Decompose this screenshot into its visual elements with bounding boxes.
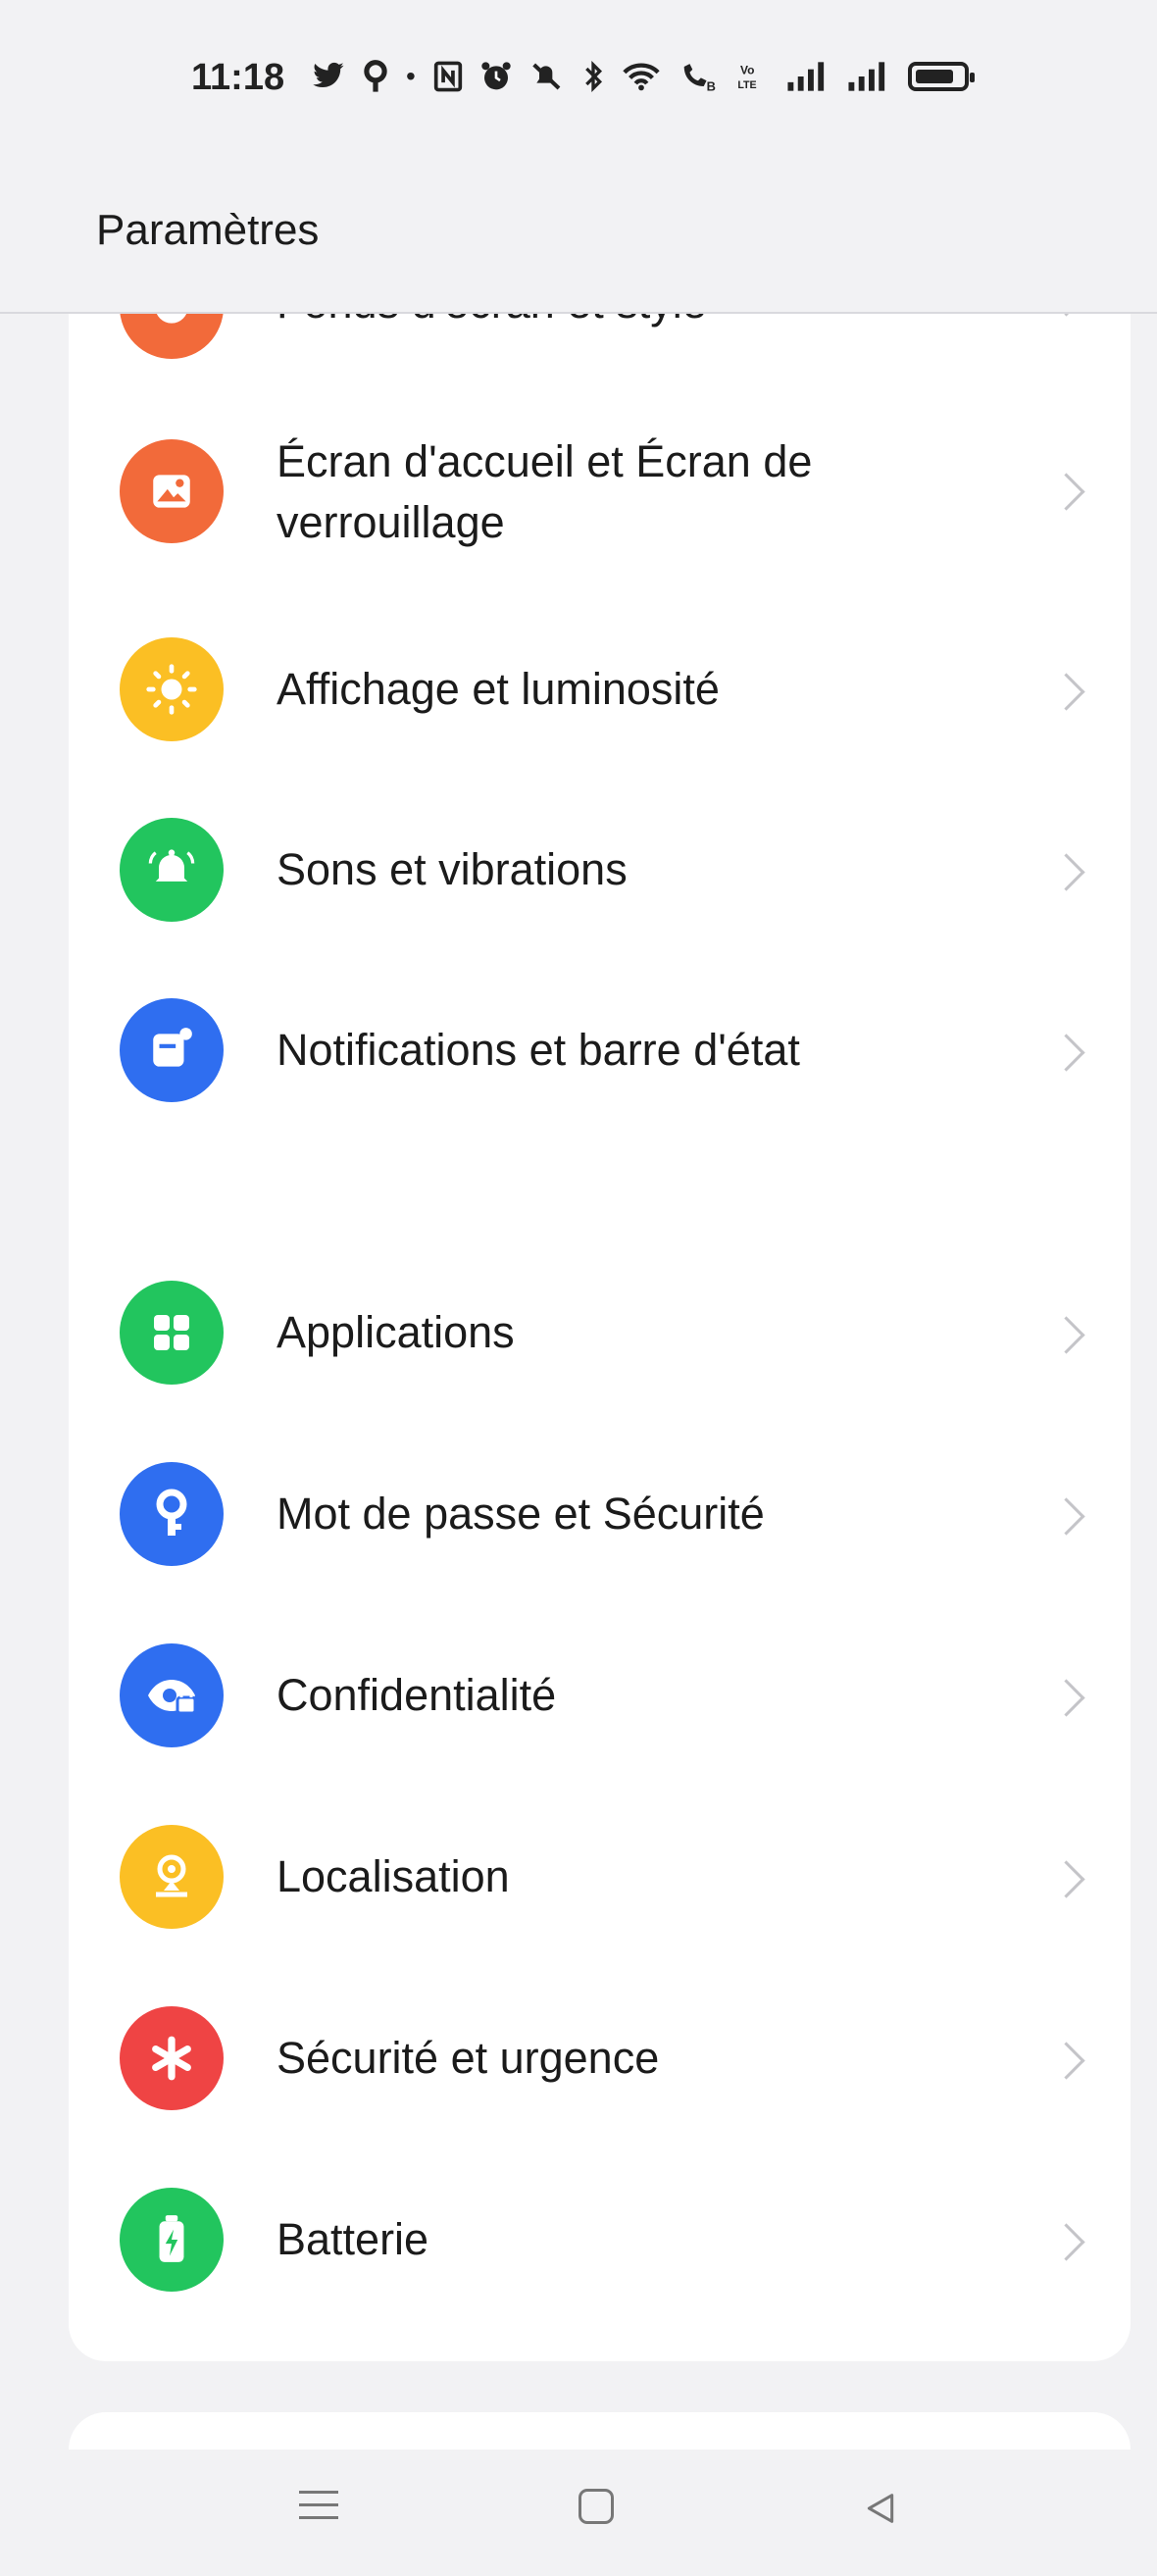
settings-item-applications[interactable]: Applications: [69, 1251, 1131, 1418]
settings-item-label: Localisation: [277, 1851, 510, 1901]
signal-icon: [787, 62, 824, 91]
alarm-icon: [481, 62, 511, 90]
settings-item-label: Écran d'accueil et Écran de verrouillage: [277, 431, 812, 553]
svg-text:Vo: Vo: [740, 63, 754, 76]
status-time: 11:18: [191, 57, 285, 98]
settings-item-battery[interactable]: Batterie: [69, 2158, 1131, 2325]
settings-item-label: Batterie: [277, 2214, 429, 2264]
settings-item-label: Affichage et luminosité: [277, 664, 720, 714]
settings-item-safety-emergency[interactable]: Sécurité et urgence: [69, 1977, 1131, 2144]
chevron-right-icon: [1047, 853, 1085, 891]
status-icons: • B Vo LTE: [312, 55, 975, 98]
settings-item-wallpaper-style[interactable]: Fonds d'écran et style: [69, 314, 1131, 359]
menu-icon[interactable]: [299, 2491, 338, 2529]
signal-icon: [848, 62, 884, 91]
settings-list[interactable]: Fonds d'écran et style Écran d'accueil e…: [0, 314, 1157, 2450]
chevron-right-icon: [1047, 1316, 1085, 1354]
notification-icon: [120, 998, 224, 1102]
dot-icon: •: [406, 61, 416, 91]
page-title: Paramètres: [96, 206, 320, 254]
chevron-right-icon: [1047, 1034, 1085, 1072]
settings-screen: 11:18 • B VoLTE Paramètres Fonds: [0, 0, 1157, 2576]
settings-item-password-security[interactable]: Mot de passe et Sécurité: [69, 1433, 1131, 1599]
settings-item-label: Fonds d'écran et style: [277, 314, 707, 333]
chevron-right-icon: [1047, 473, 1085, 511]
settings-item-label: Applications: [277, 1307, 515, 1357]
wifi-icon: [623, 63, 660, 91]
settings-item-label: Notifications et barre d'état: [277, 1025, 800, 1075]
volte-icon: Vo LTE: [737, 63, 756, 91]
battery-icon: [907, 62, 975, 91]
chevron-right-icon: [1047, 1679, 1085, 1717]
chevron-right-icon: [1047, 1497, 1085, 1536]
bluetooth-icon: [584, 61, 602, 92]
settings-item-home-lock-screen[interactable]: Écran d'accueil et Écran de verrouillage: [69, 392, 1131, 588]
key-icon: [120, 1462, 224, 1566]
settings-item-label: Mot de passe et Sécurité: [277, 1489, 765, 1539]
bell-icon: [120, 818, 224, 922]
chevron-right-icon: [1047, 2223, 1085, 2261]
settings-item-sounds-vibrations[interactable]: Sons et vibrations: [69, 788, 1131, 955]
mute-icon: [532, 63, 561, 90]
settings-item-location[interactable]: Localisation: [69, 1795, 1131, 1962]
privacy-eye-icon: [120, 1643, 224, 1747]
location-icon: [120, 1825, 224, 1929]
label-line-1: Écran d'accueil et Écran de: [277, 436, 813, 486]
chevron-right-icon: [1047, 1860, 1085, 1898]
settings-card-next: [69, 2412, 1131, 2450]
chevron-right-icon: [1047, 314, 1085, 317]
sun-icon: [120, 637, 224, 741]
settings-item-label: Sécurité et urgence: [277, 2033, 660, 2083]
settings-item-label: Confidentialité: [277, 1670, 557, 1720]
twitter-icon: [313, 62, 344, 88]
settings-item-display-brightness[interactable]: Affichage et luminosité: [69, 608, 1131, 775]
label-line-2: verrouillage: [277, 497, 505, 547]
battery-charge-icon: [120, 2188, 224, 2292]
emergency-asterisk-icon: [120, 2006, 224, 2110]
status-bar: 11:18 • B Vo LTE: [0, 0, 1157, 157]
image-icon: [120, 439, 224, 543]
chevron-right-icon: [1047, 673, 1085, 711]
settings-item-notifications-status-bar[interactable]: Notifications et barre d'état: [69, 969, 1131, 1136]
apps-grid-icon: [120, 1281, 224, 1385]
settings-item-privacy[interactable]: Confidentialité: [69, 1614, 1131, 1781]
palette-icon: [120, 314, 224, 359]
settings-card-system: Applications Mot de passe et Sécurité Co…: [69, 1224, 1131, 2361]
home-icon[interactable]: [578, 2489, 614, 2524]
nfc-icon: [433, 61, 462, 92]
back-icon[interactable]: [861, 2489, 900, 2528]
wifi-calling-icon: B: [683, 64, 716, 92]
svg-text:B: B: [706, 78, 715, 92]
chevron-right-icon: [1047, 2042, 1085, 2080]
map-pin-icon: [364, 60, 387, 92]
svg-text:LTE: LTE: [737, 79, 756, 91]
navigation-bar: [0, 2450, 1157, 2576]
settings-item-label: Sons et vibrations: [277, 844, 628, 894]
